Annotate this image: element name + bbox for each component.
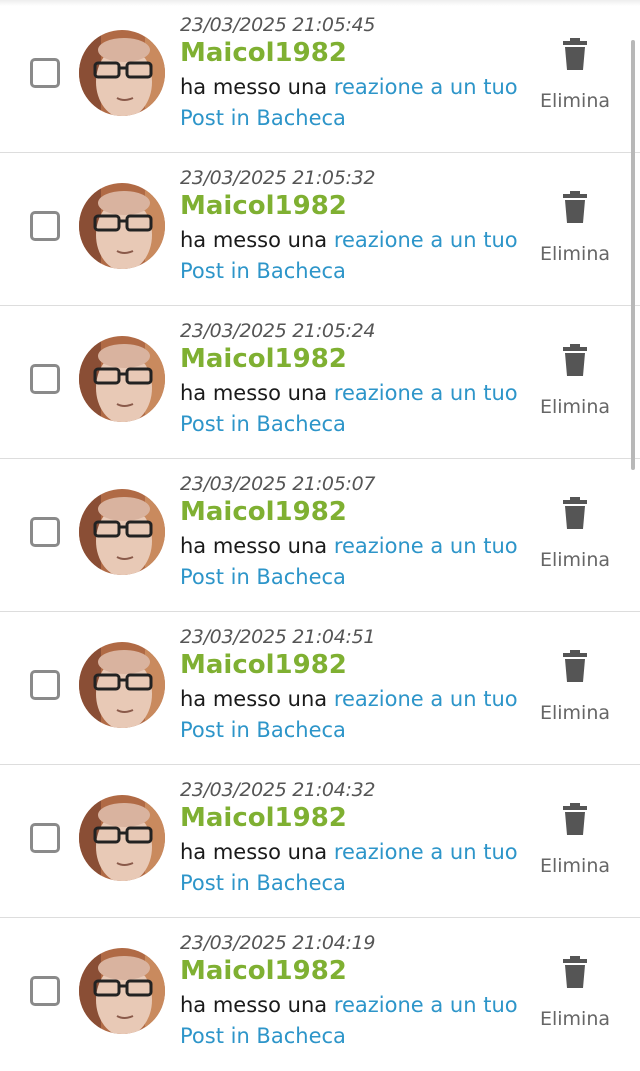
trash-icon bbox=[563, 497, 587, 529]
notification-row: 23/03/2025 21:05:24 Maicol1982 ha messo … bbox=[0, 306, 640, 459]
delete-button[interactable]: Elimina bbox=[535, 795, 615, 885]
delete-button[interactable]: Elimina bbox=[535, 489, 615, 579]
select-checkbox[interactable] bbox=[30, 670, 60, 700]
notification-timestamp: 23/03/2025 21:05:24 bbox=[180, 320, 376, 342]
select-checkbox[interactable] bbox=[30, 517, 60, 547]
trash-icon bbox=[563, 956, 587, 988]
username-link[interactable]: Maicol1982 bbox=[180, 191, 347, 221]
notification-row: 23/03/2025 21:05:45 Maicol1982 ha messo … bbox=[0, 0, 640, 153]
delete-button[interactable]: Elimina bbox=[535, 336, 615, 426]
delete-label: Elimina bbox=[539, 396, 611, 418]
delete-label: Elimina bbox=[539, 702, 611, 724]
delete-button[interactable]: Elimina bbox=[535, 30, 615, 120]
select-checkbox[interactable] bbox=[30, 211, 60, 241]
avatar[interactable] bbox=[79, 795, 165, 881]
avatar[interactable] bbox=[79, 642, 165, 728]
notification-message: ha messo una reazione a un tuo Post in B… bbox=[180, 72, 530, 134]
action-text: ha messo una bbox=[180, 993, 334, 1017]
delete-label: Elimina bbox=[539, 90, 611, 112]
avatar[interactable] bbox=[79, 30, 165, 116]
username-link[interactable]: Maicol1982 bbox=[180, 803, 347, 833]
select-checkbox[interactable] bbox=[30, 364, 60, 394]
action-text: ha messo una bbox=[180, 228, 334, 252]
notification-timestamp: 23/03/2025 21:05:45 bbox=[180, 14, 376, 36]
notification-row: 23/03/2025 21:04:32 Maicol1982 ha messo … bbox=[0, 765, 640, 918]
delete-label: Elimina bbox=[539, 243, 611, 265]
notification-row: 23/03/2025 21:05:32 Maicol1982 ha messo … bbox=[0, 153, 640, 306]
avatar[interactable] bbox=[79, 948, 165, 1034]
select-checkbox[interactable] bbox=[30, 976, 60, 1006]
action-text: ha messo una bbox=[180, 75, 334, 99]
notification-timestamp: 23/03/2025 21:04:51 bbox=[180, 626, 376, 648]
trash-icon bbox=[563, 344, 587, 376]
notification-row: 23/03/2025 21:05:07 Maicol1982 ha messo … bbox=[0, 459, 640, 612]
notification-row: 23/03/2025 21:04:51 Maicol1982 ha messo … bbox=[0, 612, 640, 765]
action-text: ha messo una bbox=[180, 687, 334, 711]
delete-button[interactable]: Elimina bbox=[535, 183, 615, 273]
avatar[interactable] bbox=[79, 489, 165, 575]
notification-timestamp: 23/03/2025 21:04:32 bbox=[180, 779, 376, 801]
username-link[interactable]: Maicol1982 bbox=[180, 344, 347, 374]
delete-button[interactable]: Elimina bbox=[535, 948, 615, 1038]
delete-label: Elimina bbox=[539, 1008, 611, 1030]
notification-message: ha messo una reazione a un tuo Post in B… bbox=[180, 225, 530, 287]
notification-timestamp: 23/03/2025 21:05:32 bbox=[180, 167, 376, 189]
trash-icon bbox=[563, 38, 587, 70]
notification-message: ha messo una reazione a un tuo Post in B… bbox=[180, 837, 530, 899]
username-link[interactable]: Maicol1982 bbox=[180, 956, 347, 986]
select-checkbox[interactable] bbox=[30, 823, 60, 853]
delete-label: Elimina bbox=[539, 549, 611, 571]
notification-message: ha messo una reazione a un tuo Post in B… bbox=[180, 531, 530, 593]
action-text: ha messo una bbox=[180, 840, 334, 864]
action-text: ha messo una bbox=[180, 381, 334, 405]
username-link[interactable]: Maicol1982 bbox=[180, 38, 347, 68]
notification-list: 23/03/2025 21:05:45 Maicol1982 ha messo … bbox=[0, 0, 640, 1069]
username-link[interactable]: Maicol1982 bbox=[180, 650, 347, 680]
avatar[interactable] bbox=[79, 183, 165, 269]
scrollbar[interactable] bbox=[631, 40, 635, 470]
select-checkbox[interactable] bbox=[30, 58, 60, 88]
avatar[interactable] bbox=[79, 336, 165, 422]
trash-icon bbox=[563, 191, 587, 223]
notification-timestamp: 23/03/2025 21:04:19 bbox=[180, 932, 376, 954]
notification-message: ha messo una reazione a un tuo Post in B… bbox=[180, 990, 530, 1052]
notification-timestamp: 23/03/2025 21:05:07 bbox=[180, 473, 376, 495]
trash-icon bbox=[563, 650, 587, 682]
action-text: ha messo una bbox=[180, 534, 334, 558]
notification-message: ha messo una reazione a un tuo Post in B… bbox=[180, 684, 530, 746]
delete-button[interactable]: Elimina bbox=[535, 642, 615, 732]
trash-icon bbox=[563, 803, 587, 835]
notification-row: 23/03/2025 21:04:19 Maicol1982 ha messo … bbox=[0, 918, 640, 1071]
username-link[interactable]: Maicol1982 bbox=[180, 497, 347, 527]
notification-message: ha messo una reazione a un tuo Post in B… bbox=[180, 378, 530, 440]
delete-label: Elimina bbox=[539, 855, 611, 877]
